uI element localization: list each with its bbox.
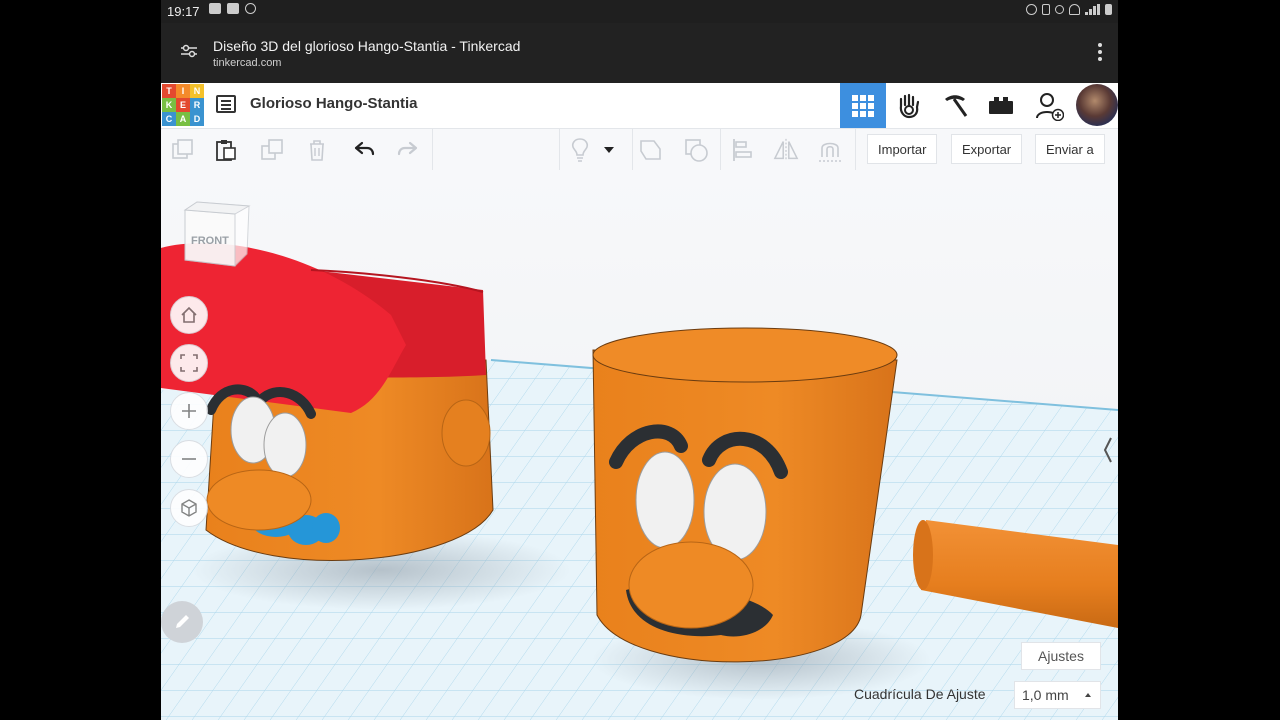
blocks-view-button[interactable] xyxy=(886,83,932,128)
status-bar: 19:17 xyxy=(161,0,1118,23)
align-button[interactable] xyxy=(729,137,755,163)
bluetooth-icon xyxy=(1042,4,1050,15)
tinkercad-logo[interactable]: T I N K E R C A D xyxy=(162,84,204,126)
redo-button[interactable] xyxy=(395,137,421,163)
fit-view-icon xyxy=(180,354,198,372)
notification-icons xyxy=(209,3,256,14)
view-cube-front-label: FRONT xyxy=(191,235,229,247)
collapse-panel-button[interactable] xyxy=(1101,430,1115,470)
add-user-icon xyxy=(1036,92,1064,121)
zoom-out-button[interactable] xyxy=(170,440,208,478)
copy-button[interactable] xyxy=(170,137,196,163)
chevron-up-icon xyxy=(1085,693,1091,697)
avatar[interactable] xyxy=(1076,84,1118,126)
alarm-icon xyxy=(1026,4,1037,15)
paste-button[interactable] xyxy=(213,137,239,163)
cruise-button[interactable] xyxy=(817,137,843,163)
send-to-button[interactable]: Enviar a xyxy=(1035,134,1105,164)
status-time: 19:17 xyxy=(167,4,200,19)
duplicate-icon xyxy=(261,139,283,160)
magnet-icon xyxy=(819,142,841,162)
do-not-disturb-icon xyxy=(245,3,256,14)
view-cube[interactable]: FRONT xyxy=(181,200,251,272)
folder-icon xyxy=(209,3,221,14)
orthographic-button[interactable] xyxy=(170,489,208,527)
center-head-shape[interactable] xyxy=(592,327,898,663)
invite-button[interactable] xyxy=(1027,83,1073,128)
orthographic-icon xyxy=(181,499,197,517)
pickaxe-icon xyxy=(945,94,968,117)
export-button[interactable]: Exportar xyxy=(951,134,1023,164)
lightbulb-icon xyxy=(571,138,589,162)
system-icons xyxy=(1026,4,1112,15)
undo-button[interactable] xyxy=(351,137,377,163)
mirror-button[interactable] xyxy=(773,137,799,163)
shape-group-icon xyxy=(640,140,661,160)
zoom-out-icon xyxy=(182,458,196,460)
toolbar: Importar Exportar Enviar a xyxy=(161,129,1118,171)
video-icon xyxy=(227,3,239,14)
duplicate-button[interactable] xyxy=(259,137,285,163)
lego-view-button[interactable] xyxy=(978,83,1024,128)
align-icon xyxy=(733,139,752,161)
bricks-view-button[interactable] xyxy=(932,83,978,128)
snap-grid-value: 1,0 mm xyxy=(1022,687,1069,703)
snap-grid-select[interactable]: 1,0 mm xyxy=(1014,681,1101,709)
browser-domain[interactable]: tinkercad.com xyxy=(213,57,281,69)
browser-bar: Diseño 3D del glorioso Hango-Stantia - T… xyxy=(161,23,1118,83)
brick-icon xyxy=(989,96,1013,114)
group-button[interactable] xyxy=(638,137,664,163)
undo-icon xyxy=(354,141,375,156)
hole-icon xyxy=(685,139,708,162)
ungroup-button[interactable] xyxy=(683,137,709,163)
copy-icon xyxy=(172,139,193,159)
settings-button[interactable]: Ajustes xyxy=(1021,642,1101,670)
mirror-icon xyxy=(773,138,799,162)
import-button[interactable]: Importar xyxy=(867,134,938,164)
codeblocks-hand-icon xyxy=(899,93,920,118)
battery-icon xyxy=(1105,4,1112,15)
chevron-down-icon xyxy=(604,147,614,153)
wifi-icon xyxy=(1069,4,1080,15)
delete-icon xyxy=(310,140,324,161)
zoom-in-button[interactable] xyxy=(170,392,208,430)
browser-page-title[interactable]: Diseño 3D del glorioso Hango-Stantia - T… xyxy=(213,38,520,54)
site-settings-icon[interactable] xyxy=(181,44,197,58)
snap-grid-label: Cuadrícula De Ajuste xyxy=(854,686,986,702)
app-header: T I N K E R C A D Glorioso Hango-Stantia xyxy=(161,83,1118,129)
browser-menu-icon[interactable] xyxy=(1098,43,1102,64)
redo-icon xyxy=(397,141,418,156)
paste-icon xyxy=(216,140,236,161)
fit-view-button[interactable] xyxy=(170,344,208,382)
chevron-left-icon xyxy=(1103,437,1112,463)
design-list-icon[interactable] xyxy=(216,95,236,113)
scene-canvas[interactable] xyxy=(161,170,1118,720)
notes-dropdown[interactable] xyxy=(601,137,617,163)
edit-grid-button[interactable] xyxy=(161,601,203,643)
app-frame: 19:17 Diseño 3D del glorioso Hango-Stant… xyxy=(161,0,1118,720)
design-title[interactable]: Glorioso Hango-Stantia xyxy=(250,95,418,112)
mute-icon xyxy=(1055,5,1064,14)
3d-view-button[interactable] xyxy=(840,83,886,128)
workplane-viewport[interactable]: FRONT Ajustes Cuadrícula De Ajuste 1,0 m… xyxy=(161,170,1118,720)
home-view-button[interactable] xyxy=(170,296,208,334)
grid-icon xyxy=(852,94,874,117)
notes-button[interactable] xyxy=(567,137,593,163)
left-head-shape[interactable] xyxy=(161,243,494,561)
zoom-in-icon xyxy=(182,404,196,418)
edit-icon xyxy=(176,615,189,628)
home-icon xyxy=(181,306,197,323)
delete-button[interactable] xyxy=(304,137,330,163)
signal-icon xyxy=(1085,4,1100,15)
